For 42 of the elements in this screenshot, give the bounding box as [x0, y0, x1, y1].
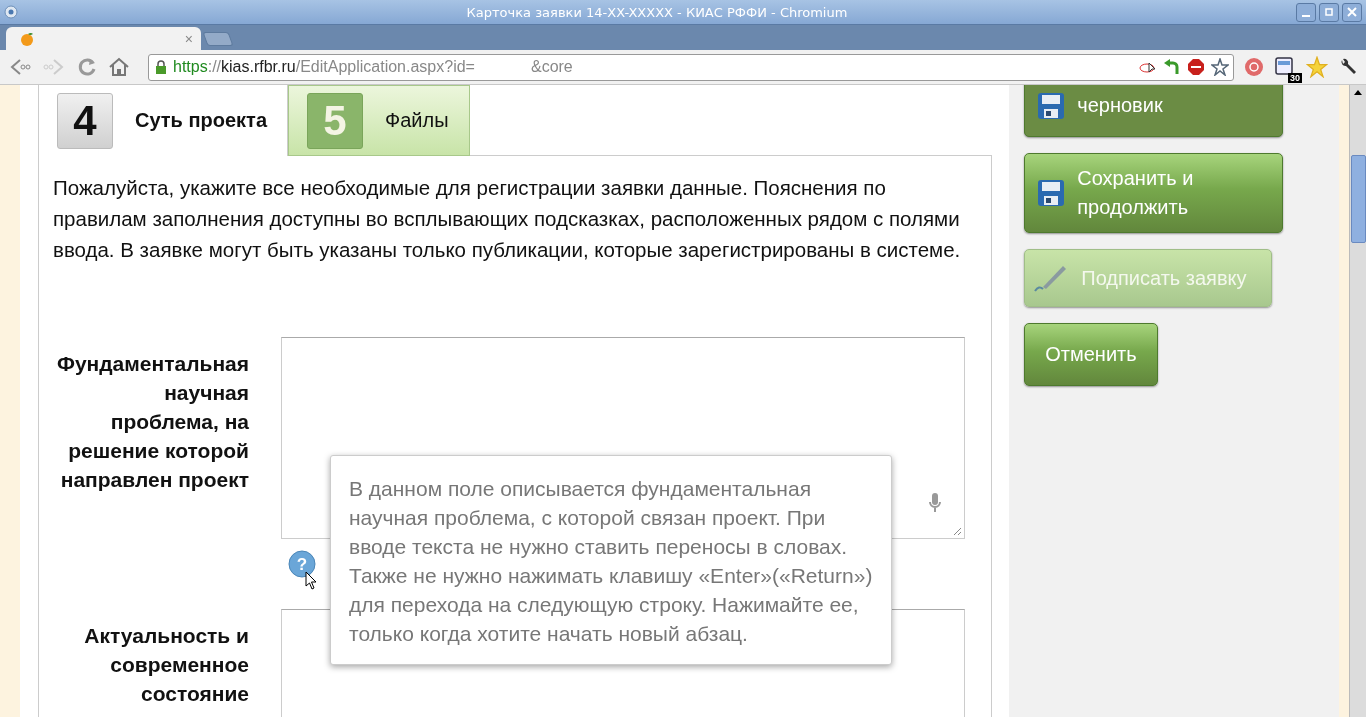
step-label: Суть проекта — [135, 109, 268, 132]
home-icon[interactable] — [108, 56, 130, 78]
microphone-icon[interactable] — [928, 492, 943, 514]
step-tab[interactable]: 5 Файлы — [288, 85, 470, 156]
resize-grip-icon[interactable] — [953, 527, 962, 535]
maximize-button[interactable] — [1319, 2, 1339, 22]
minimize-button[interactable] — [1296, 2, 1316, 22]
action-button[interactable]: Сохранить и продолжить — [1024, 153, 1284, 233]
minimize-icon — [1302, 15, 1310, 17]
star-icon[interactable] — [1306, 56, 1328, 78]
extension-icon[interactable] — [1274, 56, 1294, 76]
tooltip-text: В данном поле описывается фундаментальная научная проблема, с которой связан проект. При вводе текста не нужно ставить переносы в словах. Также не нужно нажимать клавишу «Enter»(«Return») для перехода на следующую строку. Нажимайте ее, только когда хотите начать новый абзац. — [349, 476, 874, 647]
count-badge: 30 — [1288, 73, 1302, 83]
step-number: 4 — [57, 92, 113, 149]
browser-tab[interactable]: × — [6, 27, 201, 50]
url-text: &core — [530, 58, 573, 76]
new-tab-button[interactable] — [202, 32, 234, 46]
undo-arrow-icon[interactable] — [1163, 59, 1181, 75]
close-icon — [1347, 7, 1357, 17]
help-icon[interactable]: ? — [287, 549, 317, 579]
maximize-icon — [1324, 7, 1334, 17]
reload-icon[interactable] — [76, 56, 98, 78]
action-button[interactable]: Отменить — [1024, 323, 1158, 386]
lock-icon — [155, 60, 167, 74]
back-icon[interactable] — [8, 56, 32, 78]
field-label: Фундаментальная научная проблема, на решение которой направлен проект — [55, 351, 249, 493]
field-label: Актуальность и современное состояние — [83, 623, 249, 707]
mouse-cursor-icon — [305, 571, 317, 590]
step-number: 5 — [307, 92, 364, 149]
scrollbar-thumb[interactable] — [1350, 155, 1366, 243]
fruit-icon — [20, 30, 36, 47]
browser-logo-icon — [4, 5, 18, 19]
window-title: Карточка заявки 14-XX-XXXXX - КИАС РФФИ - Chromium — [465, 4, 849, 20]
action-button[interactable]: черновик — [1024, 85, 1284, 137]
url-text: https://kias.rfbr.ru/EditApplication.aspx?id= — [173, 58, 475, 76]
address-bar[interactable]: https://kias.rfbr.ru/EditApplication.aspx?id= &core — [148, 53, 1234, 81]
step-label: Файлы — [385, 109, 449, 132]
instructions-text: Пожалуйста, укажите все необходимые для регистрации заявки данные. Пояснения по правилам заполнения доступны во всплывающих подсказках, расположенных рядом с полями ввода. В заявке могут быть указаны только публикации, которые зарегистрированы в системе. — [53, 175, 962, 263]
tab-close-button[interactable]: × — [184, 30, 193, 47]
star-outline-icon[interactable] — [1211, 58, 1229, 76]
close-button[interactable] — [1342, 2, 1362, 22]
scrollbar[interactable] — [1349, 85, 1366, 717]
